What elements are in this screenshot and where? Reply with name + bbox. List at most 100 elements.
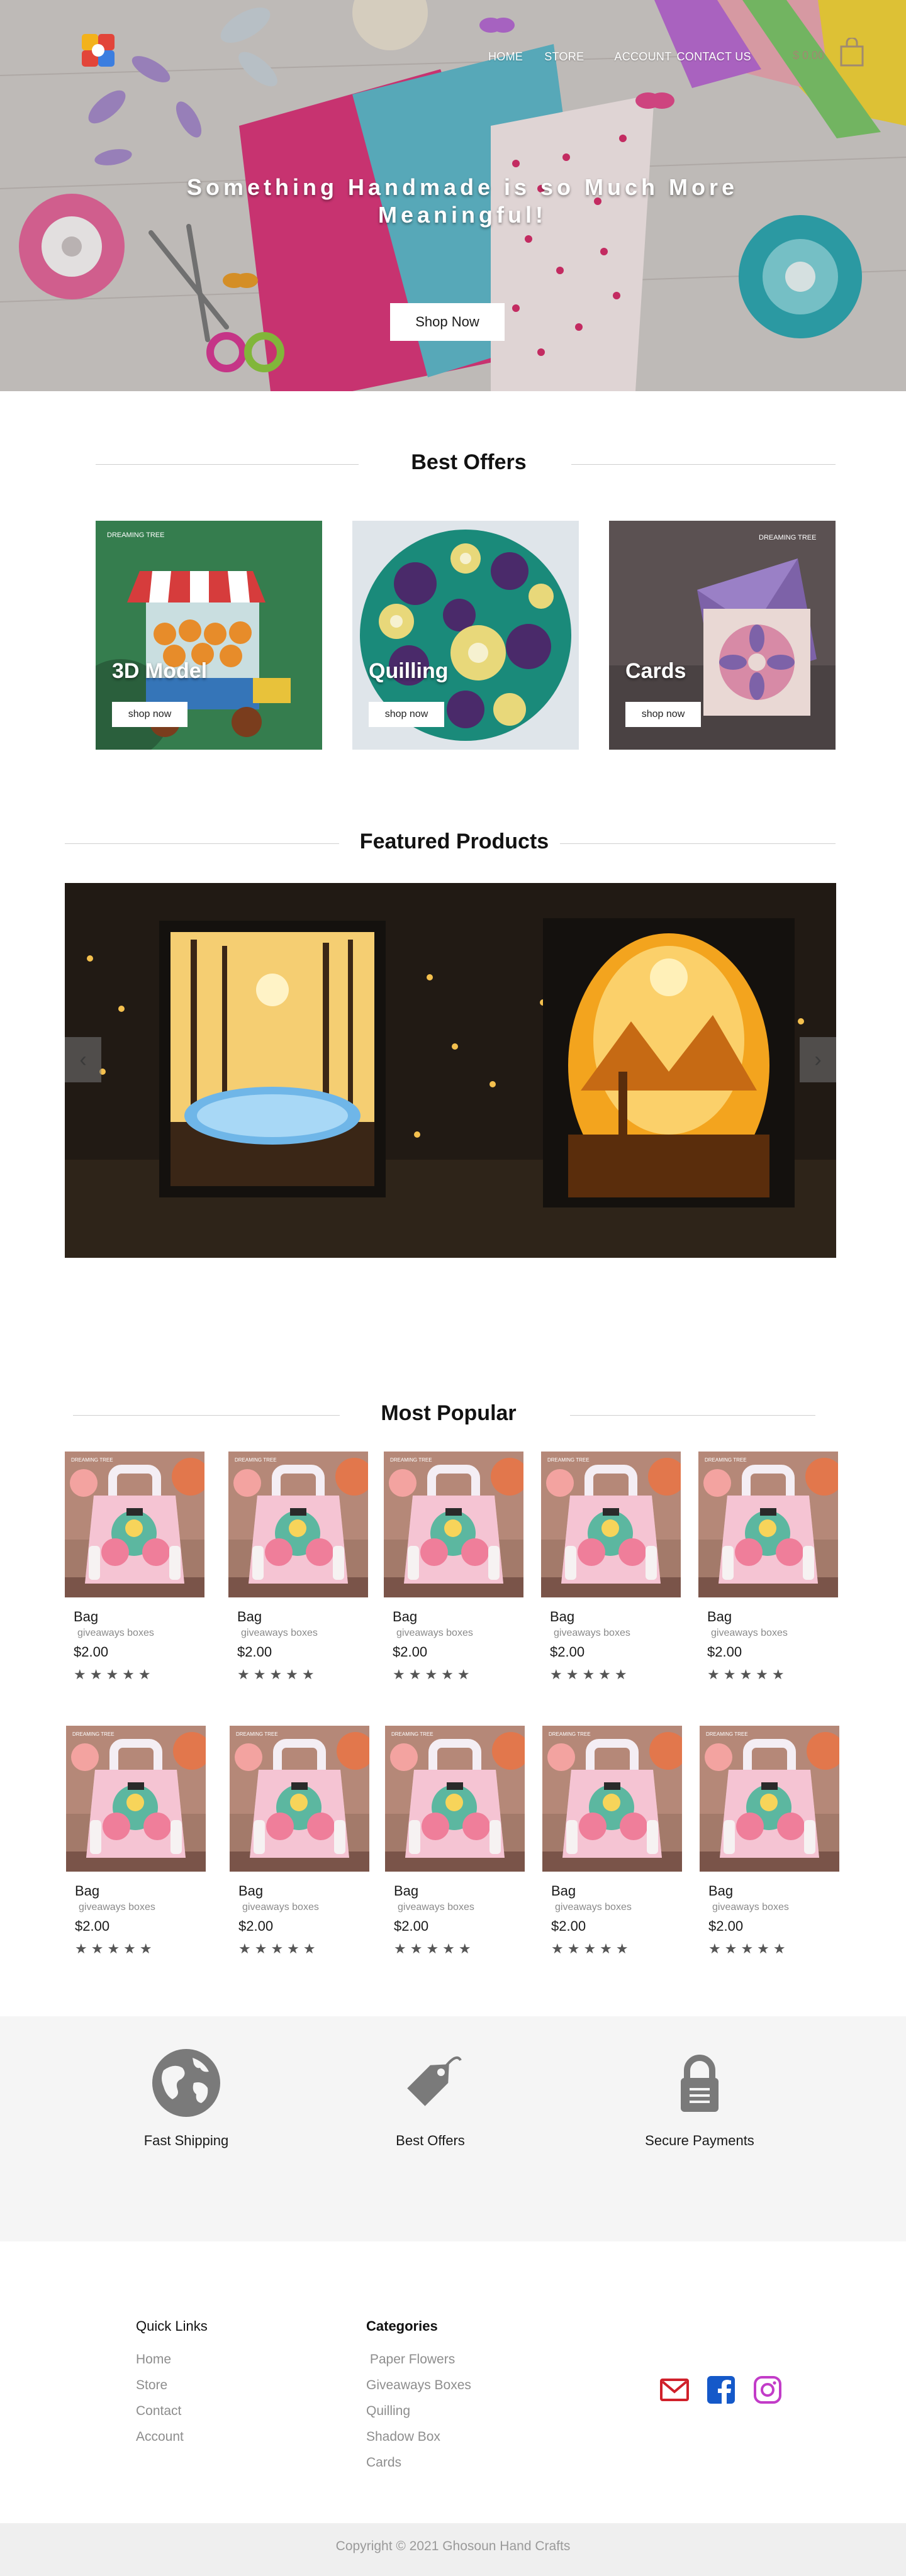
svg-text:DREAMING TREE: DREAMING TREE [107, 531, 164, 539]
shopping-bag-icon[interactable] [839, 38, 864, 67]
most-popular-title: Most Popular [381, 1401, 517, 1425]
product-card[interactable]: DREAMING TREE Bag giveaways boxes $2.00 ★★★… [541, 1452, 681, 1683]
star-rating: ★★★★★ [237, 1667, 318, 1682]
nav-home-link[interactable]: HOME [488, 50, 523, 64]
svg-text:DREAMING TREE: DREAMING TREE [235, 1457, 277, 1463]
product-category: giveaways boxes [77, 1628, 154, 1638]
footer-category-shadow-box[interactable]: Shadow Box [366, 2429, 471, 2445]
product-category: giveaways boxes [555, 1902, 632, 1913]
product-image[interactable]: DREAMING TREE [384, 1452, 523, 1597]
featured-carousel[interactable]: ‹ › [65, 883, 836, 1258]
carousel-next-button[interactable]: › [800, 1037, 836, 1082]
offer-shop-now-button[interactable]: shop now [625, 702, 701, 727]
feature-secure-payments: Secure Payments [637, 2048, 763, 2149]
star-rating: ★★★★★ [550, 1667, 631, 1682]
footer-category-giveaways-boxes[interactable]: Giveaways Boxes [366, 2378, 471, 2393]
product-category: giveaways boxes [79, 1902, 155, 1913]
product-card[interactable]: DREAMING TREE Bag giveaways boxes $2.00 ★★★… [384, 1452, 523, 1683]
svg-text:DREAMING TREE: DREAMING TREE [72, 1731, 115, 1737]
product-image[interactable]: DREAMING TREE [700, 1726, 839, 1872]
social-links [659, 2375, 799, 2405]
svg-text:DREAMING TREE: DREAMING TREE [71, 1457, 113, 1463]
product-image[interactable]: DREAMING TREE [66, 1726, 206, 1872]
product-category: giveaways boxes [396, 1628, 473, 1638]
categories-heading: Categories [366, 2318, 438, 2334]
footer-link-contact[interactable]: Contact [136, 2404, 208, 2419]
nav-account-link[interactable]: ACCOUNT [614, 50, 671, 64]
email-icon[interactable] [659, 2375, 690, 2405]
product-card[interactable]: DREAMING TREE Bag giveaways boxes $2.00 ★★★… [65, 1452, 204, 1683]
product-card[interactable]: DREAMING TREE Bag giveaways boxes $2.00 ★★★… [700, 1726, 839, 1957]
product-category: giveaways boxes [554, 1628, 630, 1638]
product-card[interactable]: DREAMING TREE Bag giveaways boxes $2.00 ★★★… [228, 1452, 368, 1683]
svg-text:DREAMING TREE: DREAMING TREE [236, 1731, 278, 1737]
product-card[interactable]: DREAMING TREE Bag giveaways boxes $2.00 ★★★… [385, 1726, 525, 1957]
product-card[interactable]: DREAMING TREE Bag giveaways boxes $2.00 ★★★… [66, 1726, 206, 1957]
feature-label: Secure Payments [645, 2133, 754, 2148]
offer-card-3d-model[interactable]: DREAMING TREE 3D Model shop now [96, 521, 322, 750]
featured-slide-image [65, 883, 836, 1258]
divider [571, 464, 836, 465]
product-name[interactable]: Bag [394, 1883, 525, 1899]
product-card[interactable]: DREAMING TREE Bag giveaways boxes $2.00 ★★★… [542, 1726, 682, 1957]
product-price: $2.00 [707, 1644, 742, 1660]
divider [96, 464, 359, 465]
copyright: Copyright © 2021 Ghosoun Hand Crafts [0, 2523, 906, 2576]
product-image[interactable]: DREAMING TREE [385, 1726, 525, 1872]
featured-products-title: Featured Products [359, 830, 549, 853]
svg-text:DREAMING TREE: DREAMING TREE [706, 1731, 748, 1737]
hero-banner: HOME STORE ACCOUNT CONTACT US $ 0.00 Som… [0, 0, 906, 391]
product-image[interactable]: DREAMING TREE [698, 1452, 838, 1597]
footer-category-cards[interactable]: Cards [366, 2455, 471, 2470]
offer-shop-now-button[interactable]: shop now [369, 702, 444, 727]
star-rating: ★★★★★ [708, 1941, 790, 1957]
product-name[interactable]: Bag [708, 1883, 839, 1899]
offer-card-cards[interactable]: DREAMING TREE Cards shop now [609, 521, 836, 750]
footer-link-store[interactable]: Store [136, 2378, 208, 2393]
product-name[interactable]: Bag [550, 1609, 681, 1625]
product-card[interactable]: DREAMING TREE Bag giveaways boxes $2.00 ★★★… [230, 1726, 369, 1957]
nav-store-link[interactable]: STORE [544, 50, 584, 64]
product-image[interactable]: DREAMING TREE [542, 1726, 682, 1872]
product-price: $2.00 [551, 1918, 586, 1934]
shop-now-button[interactable]: Shop Now [390, 303, 505, 341]
nav-contact-link[interactable]: CONTACT US [677, 50, 751, 64]
product-card[interactable]: DREAMING TREE Bag giveaways boxes $2.00 ★★★… [698, 1452, 838, 1683]
product-image[interactable]: DREAMING TREE [228, 1452, 368, 1597]
main-nav: HOME STORE ACCOUNT CONTACT US [488, 50, 773, 64]
product-name[interactable]: Bag [393, 1609, 523, 1625]
product-image[interactable]: DREAMING TREE [230, 1726, 369, 1872]
offer-shop-now-button[interactable]: shop now [112, 702, 187, 727]
product-price: $2.00 [237, 1644, 272, 1660]
product-name[interactable]: Bag [707, 1609, 838, 1625]
product-image[interactable]: DREAMING TREE [541, 1452, 681, 1597]
star-rating: ★★★★★ [238, 1941, 320, 1957]
product-name[interactable]: Bag [74, 1609, 204, 1625]
offer-card-quilling[interactable]: Quilling shop now [352, 521, 579, 750]
footer-category-paper-flowers[interactable]: Paper Flowers [366, 2352, 471, 2367]
product-name[interactable]: Bag [237, 1609, 368, 1625]
carousel-prev-button[interactable]: ‹ [65, 1037, 101, 1082]
svg-text:DREAMING TREE: DREAMING TREE [391, 1731, 433, 1737]
product-category: giveaways boxes [398, 1902, 474, 1913]
product-price: $2.00 [74, 1644, 109, 1660]
divider [560, 843, 836, 844]
footer-link-account[interactable]: Account [136, 2429, 208, 2445]
product-name[interactable]: Bag [551, 1883, 682, 1899]
footer-category-quilling[interactable]: Quilling [366, 2404, 471, 2419]
footer-link-home[interactable]: Home [136, 2352, 208, 2367]
product-price: $2.00 [393, 1644, 428, 1660]
product-name[interactable]: Bag [75, 1883, 206, 1899]
chevron-left-icon: ‹ [79, 1048, 87, 1072]
footer-quick-links: Quick Links Home Store Contact Account [136, 2318, 208, 2455]
product-category: giveaways boxes [711, 1628, 788, 1638]
feature-fast-shipping: Fast Shipping [123, 2048, 249, 2149]
brand-logo[interactable] [81, 33, 116, 68]
product-name[interactable]: Bag [238, 1883, 369, 1899]
facebook-icon[interactable] [706, 2375, 736, 2405]
product-image[interactable]: DREAMING TREE [65, 1452, 204, 1597]
instagram-icon[interactable] [752, 2375, 783, 2405]
product-price: $2.00 [238, 1918, 274, 1934]
product-price: $2.00 [708, 1918, 744, 1934]
product-category: giveaways boxes [242, 1902, 319, 1913]
